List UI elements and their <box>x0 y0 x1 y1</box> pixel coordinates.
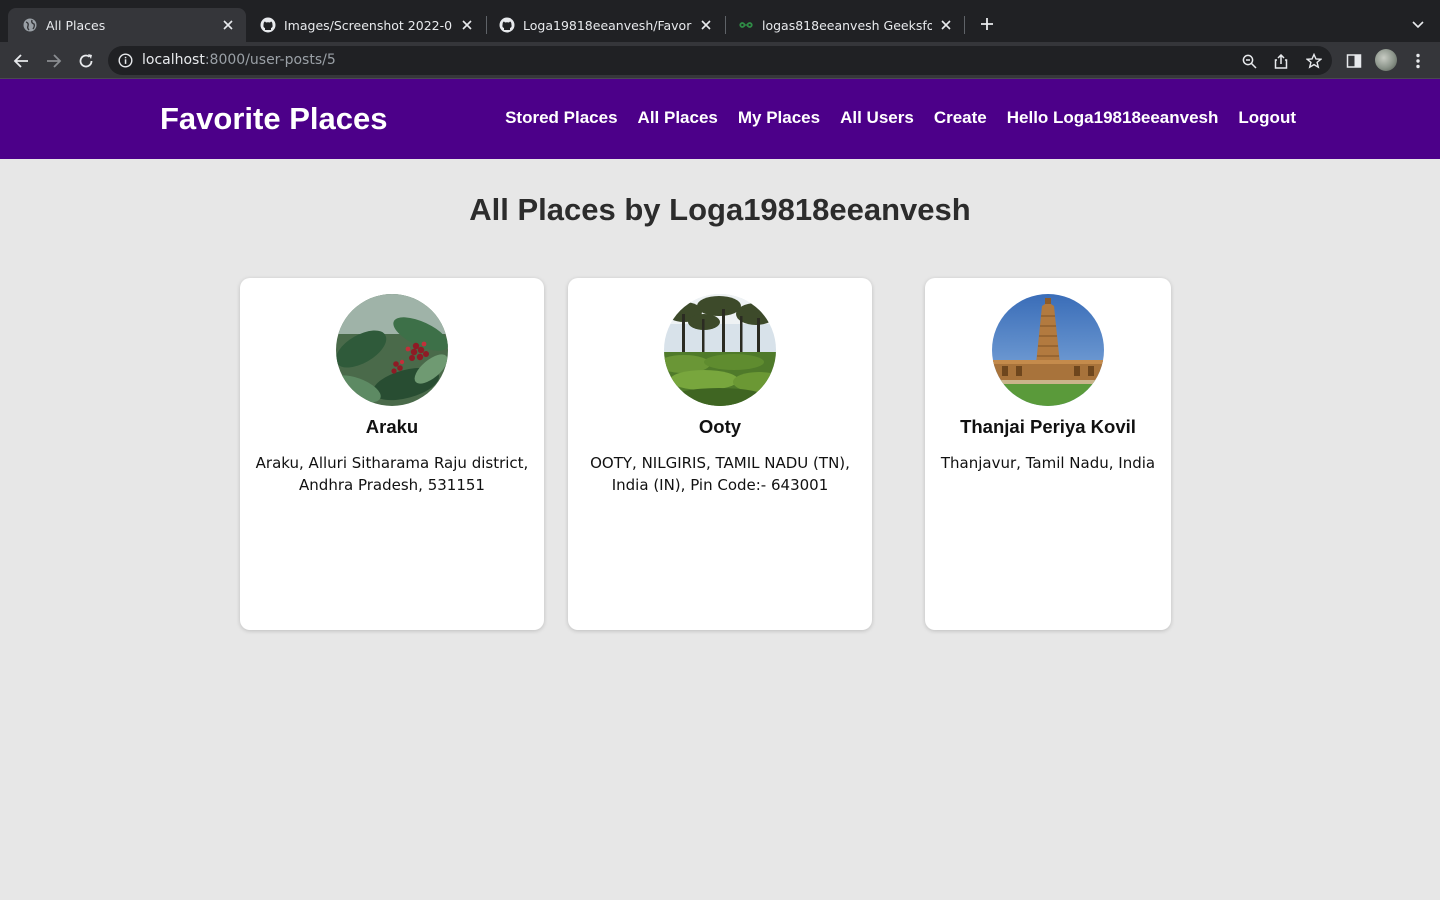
address-bar[interactable]: localhost:8000/user-posts/5 <box>108 46 1332 75</box>
place-card[interactable]: Ooty OOTY, NILGIRIS, TAMIL NADU (TN), In… <box>568 278 872 630</box>
nav-my-places[interactable]: My Places <box>738 108 820 128</box>
main-nav: Stored Places All Places My Places All U… <box>505 108 1296 128</box>
globe-icon <box>22 17 38 33</box>
temple-photo <box>992 294 1104 406</box>
github-icon <box>499 17 515 33</box>
close-icon[interactable] <box>220 17 236 33</box>
chevron-down-icon <box>1412 21 1424 29</box>
nav-all-places[interactable]: All Places <box>638 108 718 128</box>
arrow-right-icon <box>47 54 62 68</box>
place-address: Thanjavur, Tamil Nadu, India <box>940 454 1156 472</box>
side-panel-icon[interactable] <box>1343 50 1365 72</box>
bookmark-star-icon[interactable] <box>1305 52 1323 70</box>
forward-button[interactable] <box>43 50 65 72</box>
reload-button[interactable] <box>75 50 97 72</box>
nav-logout[interactable]: Logout <box>1238 108 1296 128</box>
nav-stored-places[interactable]: Stored Places <box>505 108 617 128</box>
site-brand[interactable]: Favorite Places <box>160 101 387 137</box>
tea-garden-photo <box>664 294 776 406</box>
url-host: localhost <box>142 52 205 68</box>
tab-search-button[interactable] <box>1408 15 1428 35</box>
browser-toolbar: localhost:8000/user-posts/5 <box>0 42 1440 79</box>
place-card[interactable]: Thanjai Periya Kovil Thanjavur, Tamil Na… <box>925 278 1171 630</box>
tab-separator <box>964 16 965 34</box>
more-vert-icon[interactable] <box>1407 50 1429 72</box>
browser-tab-strip: All Places Images/Screenshot 2022-05-0 L… <box>0 0 1440 42</box>
tab-title: Loga19818eeanvesh/Favorite_I <box>523 17 692 33</box>
browser-tab-github-repo[interactable]: Loga19818eeanvesh/Favorite_I <box>485 8 724 42</box>
nav-create[interactable]: Create <box>934 108 987 128</box>
reload-icon <box>79 54 93 68</box>
page-title: All Places by Loga19818eeanvesh <box>469 192 971 227</box>
site-header: Favorite Places Stored Places All Places… <box>0 79 1440 159</box>
browser-tab-all-places[interactable]: All Places <box>8 8 246 42</box>
browser-tab-screenshot[interactable]: Images/Screenshot 2022-05-0 <box>246 8 485 42</box>
tab-title: Images/Screenshot 2022-05-0 <box>284 17 453 33</box>
plus-icon <box>981 18 993 30</box>
tab-title: logas818eeanvesh GeeksforGe <box>762 17 932 33</box>
share-icon[interactable] <box>1272 52 1290 70</box>
github-icon <box>260 17 276 33</box>
close-icon[interactable] <box>938 17 954 33</box>
close-icon[interactable] <box>459 17 475 33</box>
nav-user-greeting[interactable]: Hello Loga19818eeanvesh <box>1007 108 1219 128</box>
coffee-berries-photo <box>336 294 448 406</box>
url-text[interactable]: localhost:8000/user-posts/5 <box>142 52 336 68</box>
info-icon[interactable] <box>118 53 133 68</box>
profile-avatar[interactable] <box>1375 49 1397 71</box>
place-name: Araku <box>365 416 419 437</box>
place-name: Ooty <box>698 416 742 437</box>
place-name: Thanjai Periya Kovil <box>960 416 1136 437</box>
tab-title: All Places <box>46 17 106 33</box>
place-card[interactable]: Araku Araku, Alluri Sitharama Raju distr… <box>240 278 544 630</box>
back-button[interactable] <box>10 50 32 72</box>
nav-all-users[interactable]: All Users <box>840 108 914 128</box>
new-tab-button[interactable] <box>976 13 998 35</box>
arrow-left-icon <box>13 54 28 68</box>
browser-tab-geeksforgeeks[interactable]: logas818eeanvesh GeeksforGe <box>724 8 964 42</box>
place-address: Araku, Alluri Sitharama Raju district, A… <box>255 454 529 494</box>
place-address: OOTY, NILGIRIS, TAMIL NADU (TN), India (… <box>590 454 850 494</box>
close-icon[interactable] <box>698 17 714 33</box>
zoom-icon[interactable] <box>1240 52 1258 70</box>
url-path: :8000/user-posts/5 <box>204 52 336 68</box>
geeksforgeeks-icon <box>738 17 754 33</box>
